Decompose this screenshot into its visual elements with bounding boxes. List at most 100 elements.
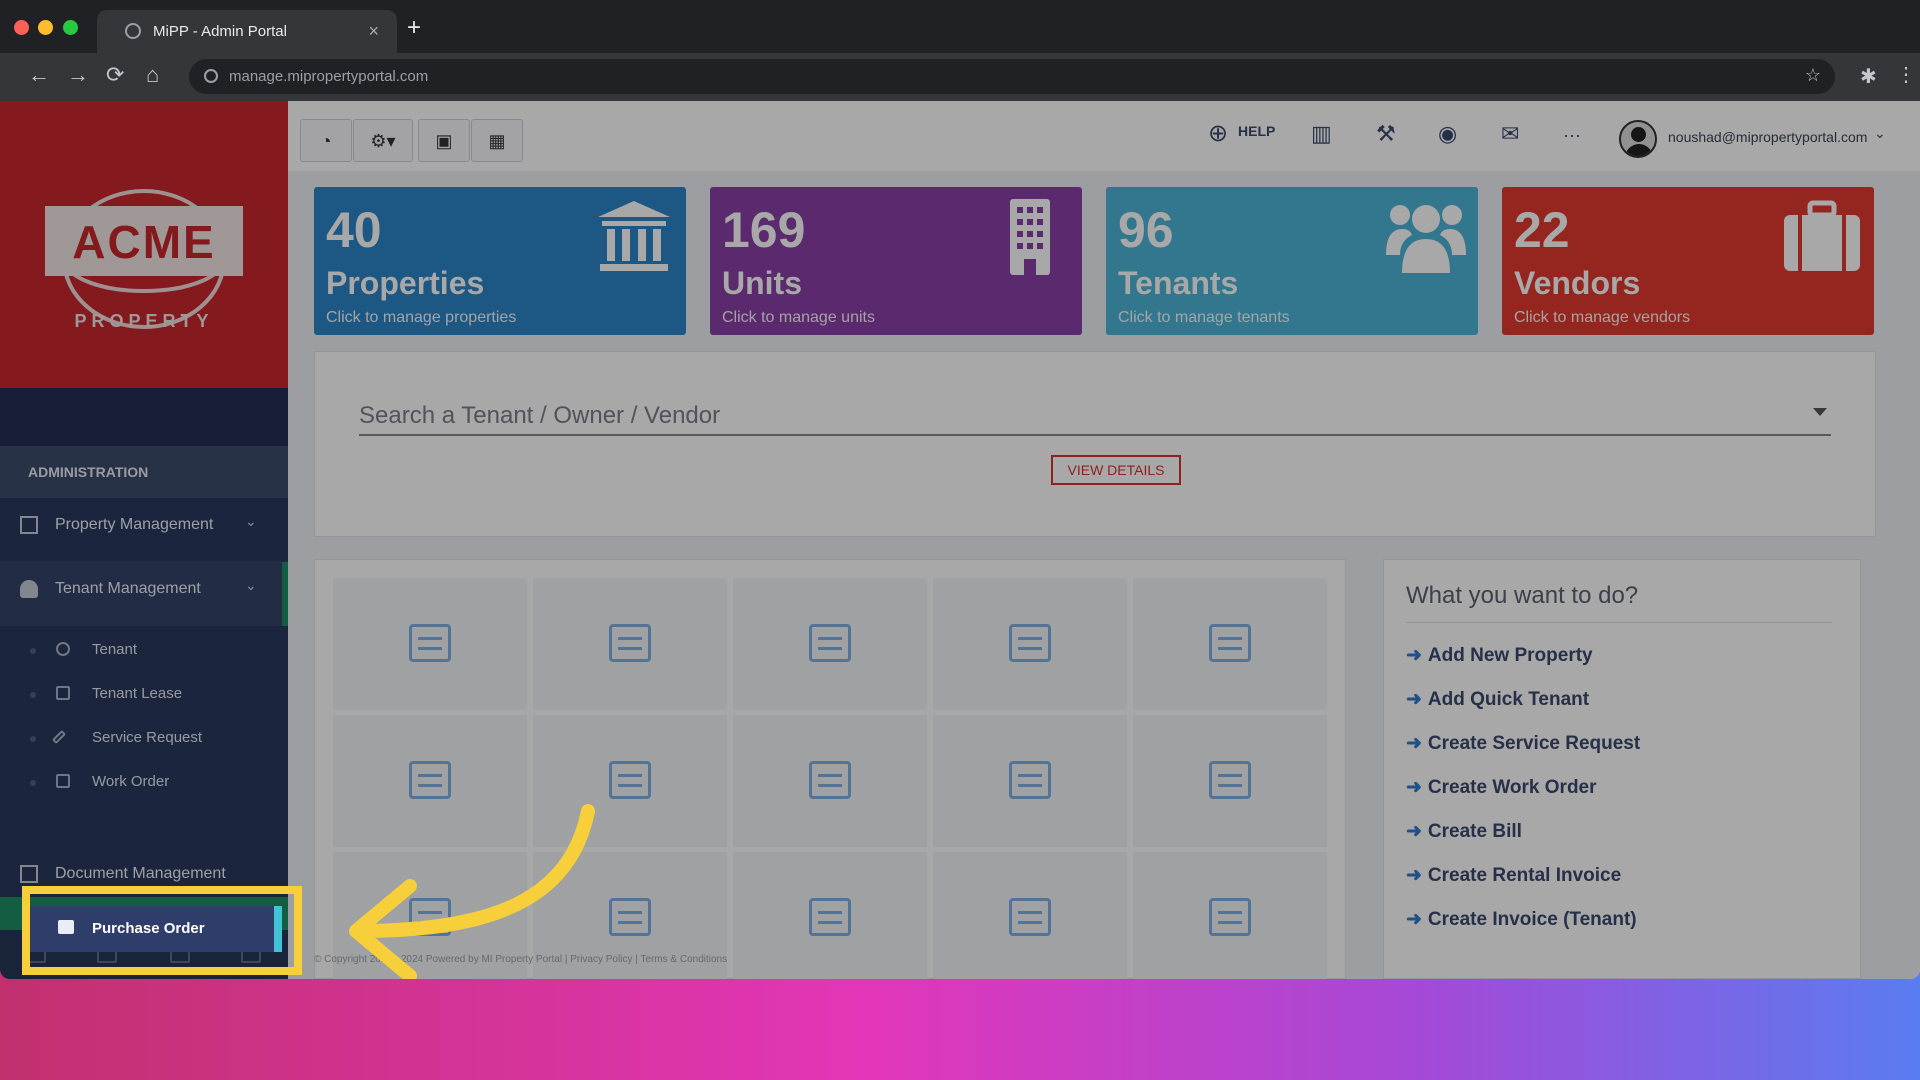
add-new-property-link[interactable]: ➜ Add New Property: [1406, 644, 1593, 667]
grid-tile[interactable]: [1133, 715, 1327, 847]
units-card[interactable]: 169 Units Click to manage units: [710, 187, 1082, 335]
users-icon: [1386, 205, 1466, 273]
card-count: 169: [722, 202, 806, 258]
forward-button[interactable]: →: [67, 63, 89, 87]
more-icon[interactable]: ···: [1563, 125, 1581, 146]
minimize-window-button[interactable]: [38, 20, 53, 35]
arrow-right-icon: ➜: [1406, 777, 1422, 798]
site-info-icon[interactable]: [204, 69, 218, 83]
card-subtitle: Click to manage properties: [326, 309, 517, 326]
reload-button[interactable]: ⟳: [106, 63, 124, 87]
chevron-down-icon: ⌄: [245, 513, 257, 529]
search-placeholder: Search a Tenant / Owner / Vendor: [359, 402, 721, 429]
mail-icon[interactable]: ✉: [1501, 121, 1519, 147]
briefcase-icon: [1784, 200, 1860, 271]
tree-dot: [30, 736, 36, 742]
dashboard-button[interactable]: ◔: [300, 119, 352, 162]
quick-actions-panel: What you want to do? ➜ Add New Property ➜…: [1383, 559, 1861, 979]
browser-tab[interactable]: MiPP - Admin Portal ×: [97, 10, 397, 53]
grid-tile[interactable]: [533, 715, 727, 847]
document-icon: [1209, 898, 1251, 936]
close-window-button[interactable]: [14, 20, 29, 35]
sidebar-item-property-management[interactable]: Property Management ⌄: [0, 498, 288, 562]
grid-tile[interactable]: [533, 578, 727, 710]
card-count: 22: [1514, 202, 1570, 258]
grid-tile[interactable]: [733, 715, 927, 847]
user-email-menu[interactable]: noushad@mipropertyportal.com: [1668, 129, 1867, 145]
vendors-card[interactable]: 22 Vendors Click to manage vendors: [1502, 187, 1874, 335]
close-tab-icon[interactable]: ×: [368, 21, 379, 42]
card-subtitle: Click to manage tenants: [1118, 309, 1290, 326]
sidebar-subitem-tenant-lease[interactable]: Tenant Lease: [0, 674, 288, 714]
card-title: Vendors: [1514, 265, 1641, 301]
view-details-button[interactable]: VIEW DETAILS: [1051, 455, 1181, 485]
document-icon: [1009, 761, 1051, 799]
new-tab-button[interactable]: +: [407, 14, 421, 42]
grid-tile[interactable]: [333, 578, 527, 710]
sidebar-subitem-work-order[interactable]: Work Order: [0, 762, 288, 802]
grid-tile[interactable]: [933, 715, 1127, 847]
bank-icon: [598, 201, 670, 271]
zoom-window-button[interactable]: [63, 20, 78, 35]
arrow-right-icon: ➜: [1406, 645, 1422, 666]
documents-icon: [20, 865, 38, 883]
main-area: ◔ ⚙▾ ▣ ▦ ⊕ HELP ▥ ⚒ ◉ ✉ ··· noushad@mipr…: [288, 101, 1920, 979]
sidebar-subitem-service-request[interactable]: Service Request: [0, 718, 288, 758]
grid-tile[interactable]: [733, 852, 927, 979]
eye-icon[interactable]: ◉: [1438, 121, 1457, 147]
document-icon: [609, 898, 651, 936]
add-quick-tenant-link[interactable]: ➜ Add Quick Tenant: [1406, 688, 1589, 711]
create-work-order-link[interactable]: ➜ Create Work Order: [1406, 776, 1597, 799]
action-label: Add Quick Tenant: [1427, 689, 1590, 710]
logo-subtext: PROPERTY: [74, 311, 214, 331]
action-label: Create Service Request: [1427, 733, 1641, 754]
document-icon: [809, 761, 851, 799]
browser-toolbar: ← → ⟳ ⌂ manage.mipropertyportal.com ☆ ✱ …: [0, 53, 1920, 101]
sidebar-subitem-label: Work Order: [92, 773, 170, 790]
browser-menu-icon[interactable]: ⋮: [1896, 63, 1916, 87]
grid-tile[interactable]: [1133, 852, 1327, 979]
tree-dot: [30, 692, 36, 698]
create-bill-link[interactable]: ➜ Create Bill: [1406, 820, 1522, 843]
address-bar[interactable]: manage.mipropertyportal.com ☆: [189, 59, 1835, 94]
document-icon: [809, 624, 851, 662]
extensions-icon[interactable]: ✱: [1860, 65, 1877, 89]
settings-dropdown-button[interactable]: ⚙▾: [353, 119, 413, 162]
calculator-button[interactable]: ▦: [471, 119, 523, 162]
logo-text: ACME: [72, 216, 216, 268]
home-button[interactable]: ⌂: [146, 63, 159, 87]
chart-icon[interactable]: ▥: [1311, 121, 1332, 147]
globe-icon: [125, 23, 141, 39]
grid-tile[interactable]: [933, 852, 1127, 979]
sidebar-item-tenant-management[interactable]: Tenant Management ⌄: [0, 562, 288, 626]
bookmark-star-icon[interactable]: ☆: [1805, 65, 1821, 86]
help-link[interactable]: HELP: [1238, 123, 1275, 139]
document-icon: [409, 761, 451, 799]
grid-tile[interactable]: [933, 578, 1127, 710]
create-rental-invoice-link[interactable]: ➜ Create Rental Invoice: [1406, 864, 1621, 887]
tenants-card[interactable]: 96 Tenants Click to manage tenants: [1106, 187, 1478, 335]
tenant-owner-vendor-search[interactable]: Search a Tenant / Owner / Vendor: [359, 388, 1831, 436]
quick-actions-heading: What you want to do?: [1406, 582, 1639, 609]
arrow-right-icon: ➜: [1406, 865, 1422, 886]
create-service-request-link[interactable]: ➜ Create Service Request: [1406, 732, 1640, 755]
grid-tile[interactable]: [733, 578, 927, 710]
avatar[interactable]: [1619, 120, 1657, 158]
calendar-icon: ▣: [435, 131, 453, 151]
grid-tile[interactable]: [333, 715, 527, 847]
card-count: 96: [1118, 202, 1174, 258]
document-icon: [609, 624, 651, 662]
help-icon[interactable]: ⊕: [1208, 119, 1228, 148]
card-title: Units: [722, 265, 802, 301]
calendar-button[interactable]: ▣: [418, 119, 470, 162]
wrench-icon[interactable]: ⚒: [1376, 121, 1396, 147]
create-invoice-tenant-link[interactable]: ➜ Create Invoice (Tenant): [1406, 908, 1637, 931]
sidebar-subitem-tenant[interactable]: Tenant: [0, 630, 288, 670]
back-button[interactable]: ←: [28, 63, 50, 87]
properties-card[interactable]: 40 Properties Click to manage properties: [314, 187, 686, 335]
grid-tile[interactable]: [1133, 578, 1327, 710]
caret-down-icon[interactable]: [1813, 408, 1827, 416]
document-icon: [609, 761, 651, 799]
chevron-down-icon: ⌄: [245, 577, 257, 593]
chevron-down-icon[interactable]: ⌄: [1874, 125, 1886, 142]
